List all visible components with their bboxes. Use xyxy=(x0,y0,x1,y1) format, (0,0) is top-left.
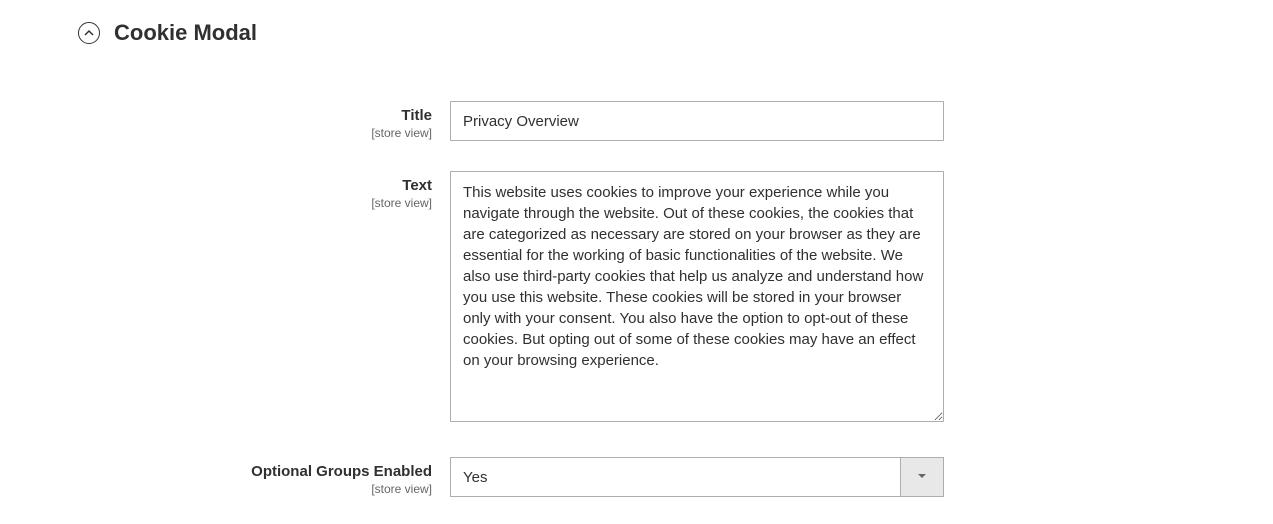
title-label: Title xyxy=(78,107,432,124)
optional-groups-select-wrapper: Yes xyxy=(450,457,944,497)
select-toggle[interactable] xyxy=(900,457,944,497)
field-row-title: Title [store view] xyxy=(0,101,1273,141)
chevron-up-icon xyxy=(78,22,100,44)
input-col: Yes xyxy=(450,457,944,497)
title-input[interactable] xyxy=(450,101,944,141)
text-scope: [store view] xyxy=(78,196,432,210)
section-title: Cookie Modal xyxy=(114,20,257,46)
input-col xyxy=(450,101,944,141)
field-row-text: Text [store view] This website uses cook… xyxy=(0,171,1273,427)
input-col: This website uses cookies to improve you… xyxy=(450,171,944,427)
optional-groups-select[interactable]: Yes xyxy=(450,457,900,497)
label-col: Text [store view] xyxy=(78,171,450,210)
label-col: Title [store view] xyxy=(78,101,450,140)
caret-down-icon xyxy=(917,468,927,486)
text-textarea[interactable]: This website uses cookies to improve you… xyxy=(450,171,944,422)
optional-groups-scope: [store view] xyxy=(78,482,432,496)
optional-groups-label: Optional Groups Enabled xyxy=(78,463,432,480)
field-row-optional-groups: Optional Groups Enabled [store view] Yes xyxy=(0,457,1273,497)
section-header[interactable]: Cookie Modal xyxy=(0,20,1273,46)
title-scope: [store view] xyxy=(78,126,432,140)
text-label: Text xyxy=(78,177,432,194)
label-col: Optional Groups Enabled [store view] xyxy=(78,457,450,496)
